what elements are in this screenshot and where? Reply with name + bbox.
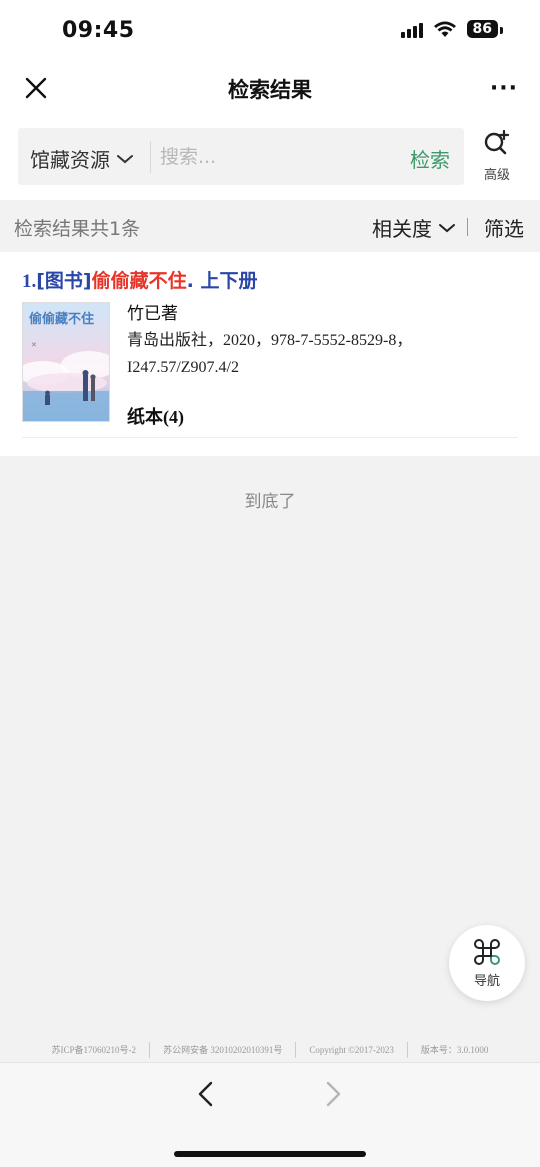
search-box: 馆藏资源 检索 <box>18 128 464 185</box>
forward-arrow-icon[interactable] <box>320 1079 346 1109</box>
status-bar: 09:45 86 <box>0 0 540 62</box>
chevron-down-icon <box>117 154 133 163</box>
scope-label: 馆藏资源 <box>30 148 110 172</box>
search-input[interactable] <box>160 140 390 174</box>
status-icons: 86 <box>400 20 504 38</box>
result-type: [图书] <box>36 270 92 292</box>
result-call-number: I247.57/Z907.4/2 <box>127 359 239 376</box>
page-title: 检索结果 <box>228 78 312 102</box>
status-time: 09:45 <box>62 18 135 43</box>
scope-dropdown[interactable]: 馆藏资源 <box>30 144 134 173</box>
result-count: 检索结果共1条 <box>14 218 141 240</box>
navigation-fab[interactable]: 导航 <box>449 925 525 1001</box>
end-of-list-text: 到底了 <box>244 492 296 512</box>
more-icon[interactable]: ··· <box>490 76 518 101</box>
result-pub-details: 2020，978-7-5552-8529-8， <box>223 332 413 349</box>
battery-icon: 86 <box>466 20 504 38</box>
result-holding[interactable]: 纸本(4) <box>127 403 527 429</box>
result-title-main: 偷偷藏不住 <box>91 270 187 292</box>
back-arrow-icon[interactable] <box>193 1079 219 1109</box>
browser-toolbar <box>0 1062 540 1167</box>
holding-count: (4) <box>163 407 184 427</box>
result-summary-bar: 检索结果共1条 相关度 筛选 <box>0 200 540 252</box>
divider <box>467 218 468 236</box>
wifi-icon <box>433 21 456 37</box>
home-indicator <box>174 1151 366 1157</box>
footer-icp[interactable]: 苏ICP备17060210号-2 <box>39 1042 150 1058</box>
result-meta: 竹已著 青岛出版社，2020，978-7-5552-8529-8， I247.5… <box>127 302 527 429</box>
signal-icon <box>400 20 423 38</box>
result-author: 竹已著 <box>127 304 178 324</box>
result-title[interactable]: 1.[图书]偷偷藏不住. 上下册 <box>22 266 257 293</box>
result-publication: 青岛出版社，2020，978-7-5552-8529-8， <box>127 326 527 354</box>
result-item[interactable]: 1.[图书]偷偷藏不住. 上下册 偷偷藏不住 ✕ 竹已著 青岛出版社，2020，… <box>0 252 540 456</box>
result-publisher: 青岛出版社， <box>127 330 224 349</box>
footer-version: 版本号：3.0.1000 <box>406 1042 502 1058</box>
search-area: 馆藏资源 检索 高级 <box>0 118 540 200</box>
result-index: 1. <box>22 271 37 292</box>
holding-label: 纸本 <box>127 407 163 428</box>
footer-police-record[interactable]: 苏公网安备 32010202010391号 <box>149 1042 295 1058</box>
sort-dropdown[interactable]: 相关度 <box>372 213 456 242</box>
search-button[interactable]: 检索 <box>410 144 450 173</box>
advanced-search-icon <box>484 129 510 155</box>
command-icon <box>474 939 500 965</box>
sort-label: 相关度 <box>372 217 432 241</box>
nav-bar: 检索结果 ··· <box>0 62 540 118</box>
footer-copyright: Copyright ©2017-2023 <box>295 1042 407 1058</box>
chevron-down-icon <box>439 223 455 232</box>
svg-text:✕: ✕ <box>31 341 37 349</box>
divider <box>150 141 151 173</box>
cover-title-text: 偷偷藏不住 <box>29 311 94 327</box>
advanced-label: 高级 <box>483 168 510 183</box>
result-title-suffix: . 上下册 <box>186 270 258 292</box>
footer: 苏ICP备17060210号-2 苏公网安备 32010202010391号 C… <box>0 1042 540 1058</box>
divider <box>22 437 518 438</box>
book-cover[interactable]: 偷偷藏不住 ✕ <box>22 302 110 422</box>
filter-button[interactable]: 筛选 <box>484 213 524 242</box>
advanced-search-button[interactable]: 高级 <box>470 128 524 183</box>
cover-image: 偷偷藏不住 ✕ <box>23 303 109 421</box>
navigation-label: 导航 <box>473 974 500 989</box>
